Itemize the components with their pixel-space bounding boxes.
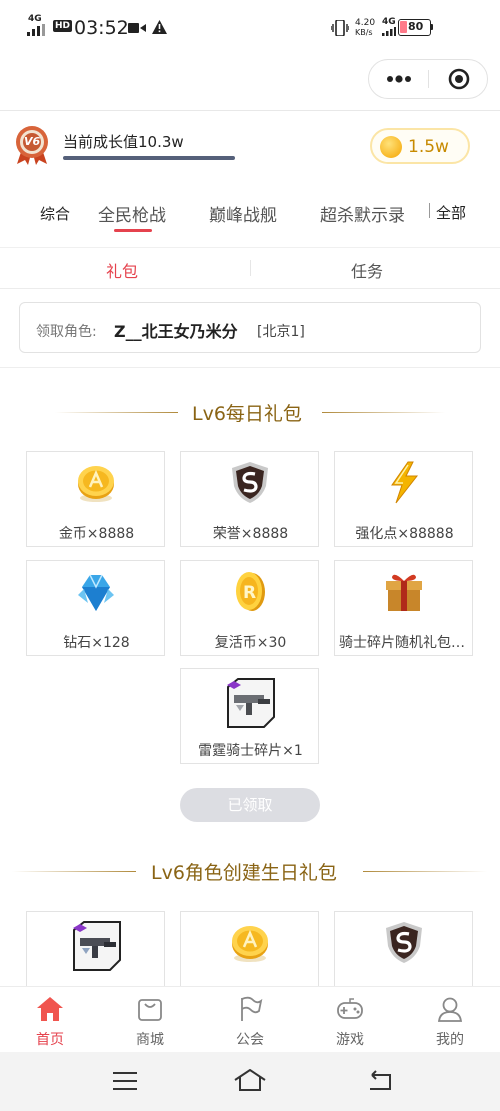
- role-server: [北京1]: [257, 324, 305, 340]
- battery-icon: 80: [398, 19, 433, 36]
- gift-item-thunder-knight-fragment: 雷霆骑士碎片×1: [180, 668, 319, 764]
- gift-box-icon: [386, 574, 422, 611]
- nav-games[interactable]: 游戏: [300, 987, 400, 1053]
- growth-value-text: 当前成长值10.3w: [63, 133, 184, 151]
- bottom-navigation: 首页 商城 公会 游戏 我的: [0, 986, 500, 1052]
- back-key-icon[interactable]: [368, 1070, 394, 1090]
- clock-time: 03:52: [74, 17, 129, 39]
- warning-icon: [152, 20, 167, 34]
- gift-item-honor: 荣誉×8888: [180, 451, 319, 547]
- honor-shield-icon: [386, 922, 422, 963]
- nav-shop[interactable]: 商城: [100, 987, 200, 1053]
- birthday-pack-title: Lv6角色创建生日礼包: [151, 862, 337, 884]
- miniprogram-capsule: [368, 59, 488, 99]
- gun-fragment-icon: [227, 678, 275, 728]
- home-key-icon[interactable]: [234, 1069, 266, 1091]
- system-navigation-bar: [0, 1052, 500, 1111]
- gift-item-revive-coin: R 复活币×30: [180, 560, 319, 656]
- subtab-divider-bottom: [0, 288, 500, 289]
- vibrate-icon: [331, 20, 349, 36]
- hd-badge: HD: [53, 20, 73, 32]
- diamond-icon: [78, 574, 114, 611]
- role-selector[interactable]: 领取角色: Z__北王女乃米分 [北京1]: [19, 302, 481, 353]
- title-line-left-2: [12, 871, 136, 872]
- birthday-item-gold-coin: [180, 911, 319, 991]
- lightning-icon: [391, 461, 419, 504]
- daily-pack-title: Lv6每日礼包: [192, 403, 302, 425]
- gift-item-label: 强化点×88888: [355, 526, 454, 542]
- nav-label: 商城: [136, 1032, 164, 1048]
- signal-right-icon: [382, 27, 396, 36]
- tab-dianfeng-zhanjian[interactable]: 巅峰战舰: [209, 201, 277, 226]
- section-divider: [0, 367, 500, 368]
- subtab-gift[interactable]: 礼包: [106, 258, 138, 282]
- role-label: 领取角色:: [36, 324, 97, 340]
- gift-item-label: 金币×8888: [58, 526, 135, 542]
- net-speed-value: 4.20: [355, 18, 376, 28]
- role-name: Z__北王女乃米分: [114, 322, 238, 341]
- gift-item-knight-fragment-pack: 骑士碎片随机礼包×1: [334, 560, 473, 656]
- subtab-divider-top: [0, 247, 500, 248]
- gold-coin-icon: [78, 466, 114, 502]
- network-type-left: 4G: [28, 14, 42, 24]
- tab-chaosha-moshilu[interactable]: 超杀默示录: [320, 201, 405, 226]
- gift-item-gold-coin: 金币×8888: [26, 451, 165, 547]
- revive-coin-icon: R: [236, 572, 265, 611]
- gift-item-enhance-points: 强化点×88888: [334, 451, 473, 547]
- subtab-task[interactable]: 任务: [351, 258, 383, 282]
- gift-item-label: 钻石×128: [63, 635, 130, 651]
- gift-item-label: 雷霆骑士碎片×1: [198, 743, 303, 759]
- coin-icon: [380, 136, 402, 158]
- battery-level: 80: [408, 20, 424, 33]
- level-badge: V6: [13, 124, 51, 166]
- gift-item-diamond: 钻石×128: [26, 560, 165, 656]
- nav-mine[interactable]: 我的: [400, 987, 500, 1053]
- header-divider: [0, 110, 500, 111]
- tab-general[interactable]: 综合: [40, 203, 70, 224]
- honor-shield-icon: [232, 462, 268, 503]
- user-icon: [437, 997, 463, 1022]
- active-tab-indicator: [114, 229, 152, 232]
- level-badge-text: V6: [24, 135, 41, 148]
- birthday-item-honor: [334, 911, 473, 991]
- signal-icon: [27, 24, 45, 36]
- tab-separator: [429, 203, 430, 218]
- title-line-right-2: [363, 871, 487, 872]
- video-record-icon: [128, 23, 146, 33]
- more-button[interactable]: [369, 60, 428, 98]
- target-close-icon: [448, 68, 470, 90]
- title-line-left: [55, 412, 178, 413]
- svg-text:R: R: [243, 583, 256, 603]
- growth-progress-bar: [63, 156, 235, 160]
- title-line-right: [322, 412, 445, 413]
- gamepad-icon: [337, 998, 363, 1019]
- gift-item-label: 复活币×30: [214, 635, 287, 651]
- flag-icon: [241, 996, 263, 1021]
- more-dots-icon: [387, 75, 411, 83]
- menu-icon[interactable]: [113, 1072, 137, 1090]
- shop-bag-icon: [138, 999, 162, 1021]
- close-miniprogram-button[interactable]: [429, 60, 488, 98]
- claimed-button[interactable]: 已领取: [180, 788, 320, 822]
- nav-label: 游戏: [336, 1032, 364, 1048]
- home-icon: [37, 997, 63, 1021]
- nav-home[interactable]: 首页: [0, 987, 100, 1053]
- net-speed-unit: KB/s: [355, 28, 373, 37]
- coin-balance[interactable]: 1.5w: [370, 128, 470, 164]
- status-bar: 4G HD 03:52 4.20 KB/s 4G 80: [0, 0, 500, 58]
- nav-label: 公会: [236, 1032, 264, 1048]
- network-type-right: 4G: [382, 17, 396, 27]
- coin-balance-value: 1.5w: [408, 137, 449, 157]
- gold-coin-icon: [232, 926, 268, 962]
- gift-item-label: 骑士碎片随机礼包×1: [339, 635, 472, 651]
- gift-item-label: 荣誉×8888: [212, 526, 289, 542]
- nav-label: 我的: [436, 1032, 464, 1048]
- gun-fragment-icon: [73, 921, 121, 971]
- tab-all-button[interactable]: 全部: [436, 202, 466, 223]
- tab-quanmin-qiangzhan[interactable]: 全民枪战: [98, 201, 166, 226]
- subtab-separator: [250, 260, 251, 276]
- nav-guild[interactable]: 公会: [200, 987, 300, 1053]
- birthday-item-gun-fragment: [26, 911, 165, 991]
- nav-label: 首页: [36, 1032, 64, 1048]
